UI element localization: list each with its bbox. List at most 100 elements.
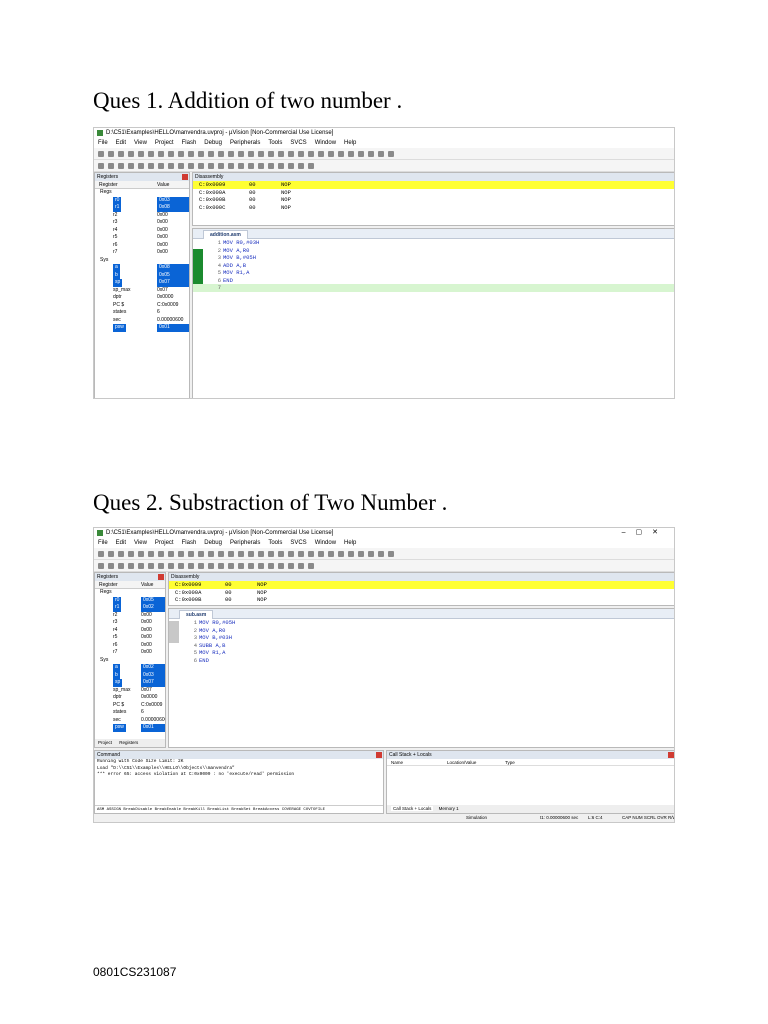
toolbar-button-icon[interactable] [218, 551, 224, 557]
toolbar-button-icon[interactable] [138, 151, 144, 157]
toolbar-button-icon[interactable] [278, 563, 284, 569]
toolbar-button-icon[interactable] [108, 163, 114, 169]
toolbar-button-icon[interactable] [328, 151, 334, 157]
menu-item-debug[interactable]: Debug [204, 140, 222, 146]
toolbar-button-icon[interactable] [168, 163, 174, 169]
toolbar-button-icon[interactable] [198, 551, 204, 557]
toolbar-button-icon[interactable] [198, 163, 204, 169]
toolbar-button-icon[interactable] [278, 551, 284, 557]
code-line[interactable]: 5 MOV R1,A [169, 649, 674, 657]
toolbar-button-icon[interactable] [228, 163, 234, 169]
toolbar-button-icon[interactable] [148, 163, 154, 169]
toolbar-button-icon[interactable] [138, 563, 144, 569]
toolbar-button-icon[interactable] [108, 563, 114, 569]
code-line[interactable]: 1 MOV R0,#05H [169, 619, 674, 627]
toolbar-button-icon[interactable] [118, 163, 124, 169]
toolbar-button-icon[interactable] [248, 163, 254, 169]
toolbar-button-icon[interactable] [178, 551, 184, 557]
toolbar-button-icon[interactable] [158, 151, 164, 157]
menu-item-tools[interactable]: Tools [268, 540, 282, 546]
toolbar-button-icon[interactable] [148, 551, 154, 557]
code-line[interactable]: 2 MOV A,R0 [193, 247, 674, 255]
toolbar-button-icon[interactable] [238, 151, 244, 157]
toolbar-button-icon[interactable] [318, 551, 324, 557]
toolbar-button-icon[interactable] [318, 151, 324, 157]
tab-registers[interactable]: Registers [119, 740, 138, 745]
toolbar-button-icon[interactable] [208, 551, 214, 557]
toolbar-button-icon[interactable] [108, 551, 114, 557]
toolbar-button-icon[interactable] [308, 151, 314, 157]
code-line[interactable]: 3 MOV B,#03H [169, 634, 674, 642]
toolbar-button-icon[interactable] [238, 563, 244, 569]
window-controls[interactable]: –▢✕ [622, 528, 668, 538]
toolbar-button-icon[interactable] [338, 151, 344, 157]
toolbar-button-icon[interactable] [208, 151, 214, 157]
menu-item-flash[interactable]: Flash [182, 140, 197, 146]
toolbar-button-icon[interactable] [178, 563, 184, 569]
code-line[interactable]: 4 ADD A,B [193, 262, 674, 270]
toolbar-button-icon[interactable] [98, 563, 104, 569]
toolbar-button-icon[interactable] [138, 551, 144, 557]
toolbar-button-icon[interactable] [268, 151, 274, 157]
menu-item-flash[interactable]: Flash [182, 540, 197, 546]
toolbar-button-icon[interactable] [278, 163, 284, 169]
toolbar-button-icon[interactable] [308, 563, 314, 569]
menu-item-debug[interactable]: Debug [204, 540, 222, 546]
toolbar-button-icon[interactable] [218, 163, 224, 169]
toolbar-button-icon[interactable] [288, 563, 294, 569]
toolbar-button-icon[interactable] [118, 551, 124, 557]
toolbar-button-icon[interactable] [188, 163, 194, 169]
toolbar-button-icon[interactable] [278, 151, 284, 157]
menu-item-project[interactable]: Project [155, 540, 174, 546]
tab-project[interactable]: Project [98, 740, 112, 745]
code-line[interactable]: 6 END [169, 657, 674, 665]
toolbar-button-icon[interactable] [198, 563, 204, 569]
toolbar-button-icon[interactable] [338, 551, 344, 557]
code-line[interactable]: 4 SUBB A,B [169, 642, 674, 650]
toolbar-button-icon[interactable] [288, 151, 294, 157]
toolbar-button-icon[interactable] [208, 163, 214, 169]
menu-item-svcs[interactable]: SVCS [290, 540, 306, 546]
toolbar-button-icon[interactable] [188, 151, 194, 157]
toolbar-button-icon[interactable] [188, 551, 194, 557]
close-icon[interactable] [158, 574, 164, 580]
menu-item-window[interactable]: Window [315, 140, 336, 146]
toolbar-button-icon[interactable] [188, 563, 194, 569]
close-icon[interactable] [668, 752, 674, 758]
close-icon[interactable] [182, 174, 188, 180]
toolbar-button-icon[interactable] [228, 551, 234, 557]
toolbar-button-icon[interactable] [298, 563, 304, 569]
toolbar-button-icon[interactable] [358, 151, 364, 157]
toolbar-button-icon[interactable] [258, 151, 264, 157]
toolbar-button-icon[interactable] [98, 163, 104, 169]
menu-item-tools[interactable]: Tools [268, 140, 282, 146]
menu-item-project[interactable]: Project [155, 140, 174, 146]
toolbar-button-icon[interactable] [158, 563, 164, 569]
toolbar-button-icon[interactable] [158, 163, 164, 169]
toolbar-button-icon[interactable] [368, 151, 374, 157]
toolbar-button-icon[interactable] [238, 551, 244, 557]
toolbar-button-icon[interactable] [248, 551, 254, 557]
editor-tab-sub-asm[interactable]: sub.asm [179, 610, 214, 619]
menu-item-help[interactable]: Help [344, 140, 356, 146]
menu-item-svcs[interactable]: SVCS [290, 140, 306, 146]
toolbar-button-icon[interactable] [248, 151, 254, 157]
command-input-bar[interactable]: ASM ASSIGN BreakDisable BreakEnable Brea… [95, 805, 383, 813]
toolbar-button-icon[interactable] [168, 551, 174, 557]
toolbar-button-icon[interactable] [98, 151, 104, 157]
toolbar-button-icon[interactable] [298, 163, 304, 169]
toolbar-button-icon[interactable] [268, 551, 274, 557]
toolbar-button-icon[interactable] [138, 163, 144, 169]
menu-item-view[interactable]: View [134, 540, 147, 546]
toolbar-button-icon[interactable] [378, 151, 384, 157]
toolbar-button-icon[interactable] [308, 551, 314, 557]
menu-item-file[interactable]: File [98, 540, 108, 546]
toolbar-button-icon[interactable] [128, 563, 134, 569]
toolbar-button-icon[interactable] [198, 151, 204, 157]
code-line[interactable]: 5 MOV R1,A [193, 269, 674, 277]
toolbar-button-icon[interactable] [128, 151, 134, 157]
toolbar-button-icon[interactable] [178, 163, 184, 169]
toolbar-button-icon[interactable] [298, 151, 304, 157]
toolbar-button-icon[interactable] [288, 163, 294, 169]
code-line[interactable]: 7 [193, 284, 674, 292]
